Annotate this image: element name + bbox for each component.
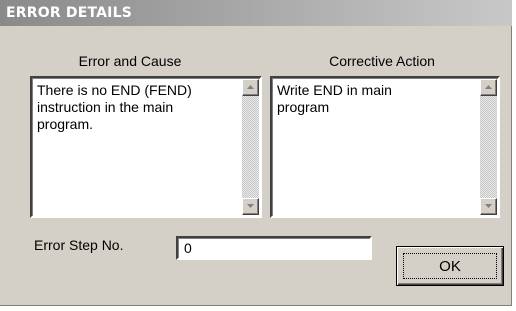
- error-step-field[interactable]: 0: [176, 236, 372, 260]
- ok-button-label: OK: [403, 253, 497, 279]
- scroll-down-arrow-icon: [485, 204, 492, 208]
- scroll-up-arrow-icon: [485, 85, 492, 89]
- corrective-action-textbox[interactable]: Write END in main program: [270, 76, 500, 218]
- dialog-titlebar[interactable]: ERROR DETAILS: [0, 0, 512, 26]
- error-cause-scrollbar[interactable]: [242, 79, 259, 215]
- scroll-down-button[interactable]: [242, 198, 259, 215]
- scroll-up-arrow-icon: [247, 85, 254, 89]
- scroll-up-button[interactable]: [242, 79, 259, 96]
- error-cause-textbox[interactable]: There is no END (FEND) instruction in th…: [30, 76, 262, 218]
- scroll-down-arrow-icon: [247, 204, 254, 208]
- corrective-action-scrollbar[interactable]: [480, 79, 497, 215]
- scroll-up-button[interactable]: [480, 79, 497, 96]
- error-cause-label: Error and Cause: [78, 53, 182, 69]
- corrective-action-label: Corrective Action: [329, 53, 435, 69]
- corrective-action-text: Write END in main program: [277, 82, 392, 115]
- scroll-down-button[interactable]: [480, 198, 497, 215]
- error-cause-text: There is no END (FEND) instruction in th…: [37, 82, 192, 132]
- error-step-label: Error Step No.: [34, 237, 124, 253]
- error-details-dialog: ERROR DETAILS Error and Cause Corrective…: [0, 0, 512, 306]
- ok-button[interactable]: OK: [396, 246, 504, 286]
